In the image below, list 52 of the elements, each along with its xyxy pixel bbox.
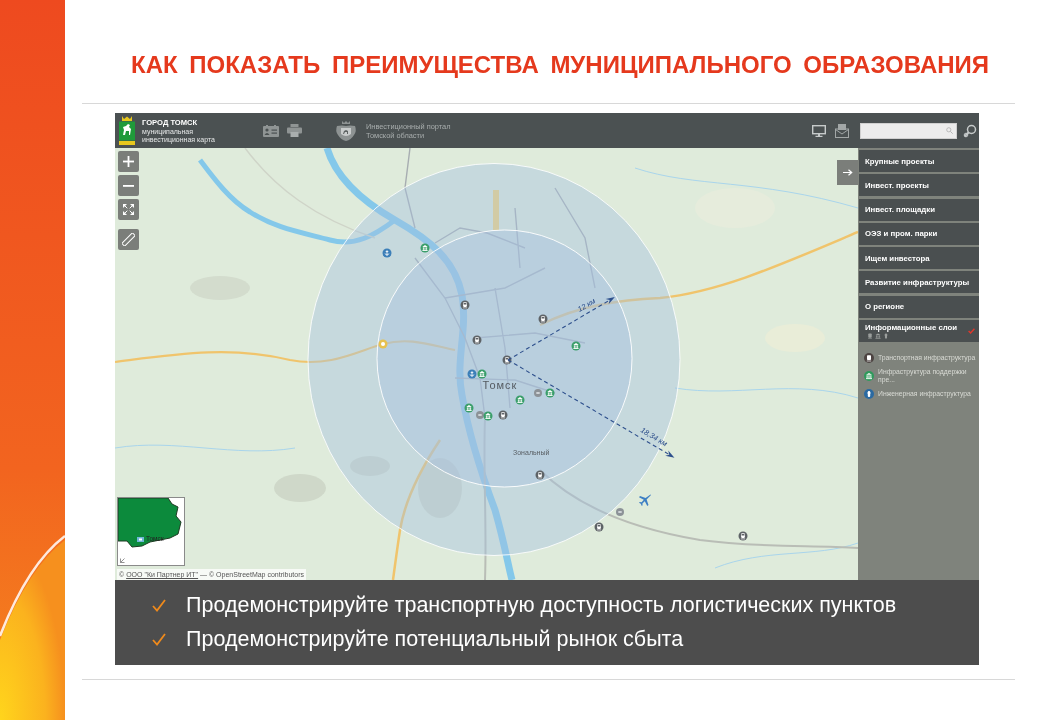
tram-marker-icon[interactable] [460, 300, 470, 310]
tram-icon [867, 333, 873, 340]
building-marker-icon[interactable] [545, 388, 555, 398]
minus-icon [123, 184, 134, 187]
bullet-text: Продемонстрируйте потенциальный рынок сбыта [186, 627, 684, 652]
city-marker-icon [137, 537, 144, 542]
id-card-icon[interactable] [263, 124, 279, 137]
bullet-text: Продемонстрируйте транспортную доступность логистических пунктов [186, 593, 897, 618]
dot-marker-icon[interactable] [616, 508, 624, 516]
cylinder-icon [883, 333, 889, 340]
dot-marker-icon[interactable] [476, 411, 484, 419]
arrow-right-icon [842, 169, 853, 176]
tram-marker-icon[interactable] [498, 410, 508, 420]
tram-marker-icon[interactable] [472, 335, 482, 345]
building-marker-icon[interactable] [477, 369, 487, 379]
zoom-in-button[interactable] [118, 151, 139, 172]
check-icon [968, 328, 975, 335]
ruler-button[interactable] [118, 229, 139, 250]
building-marker-icon[interactable] [515, 395, 525, 405]
anchor-marker-icon[interactable] [467, 369, 477, 379]
monitor-icon[interactable] [812, 124, 826, 137]
dot-marker-icon[interactable] [534, 389, 542, 397]
tram-marker-icon[interactable] [738, 531, 748, 541]
resize-icon[interactable] [120, 558, 125, 563]
emblem-icon [335, 119, 357, 142]
building-marker-icon[interactable] [483, 411, 493, 421]
check-icon [152, 633, 166, 646]
print-icon[interactable] [287, 124, 302, 137]
search-icon[interactable] [963, 123, 977, 138]
fullscreen-button[interactable] [118, 199, 139, 220]
building-marker-icon[interactable] [420, 243, 430, 253]
building-marker-icon[interactable] [571, 341, 581, 351]
city-label: Томск [482, 379, 518, 391]
panel-toggle-button[interactable] [837, 160, 858, 185]
envelope-icon[interactable] [835, 123, 849, 138]
search-field[interactable] [860, 122, 957, 139]
airplane-icon[interactable] [639, 494, 651, 506]
building-marker-icon[interactable] [464, 403, 474, 413]
ruler-icon [122, 233, 135, 246]
zoom-out-button[interactable] [118, 175, 139, 196]
tram-marker-icon[interactable] [594, 522, 604, 532]
fullscreen-icon [123, 204, 134, 215]
tram-marker-icon[interactable] [538, 314, 548, 324]
building-icon [875, 333, 881, 340]
coat-of-arms-icon [118, 115, 136, 146]
tram-marker-icon[interactable] [535, 470, 545, 480]
tram-marker-icon[interactable] [502, 355, 512, 365]
circle-marker-icon[interactable] [378, 339, 388, 349]
plus-icon [123, 156, 134, 167]
anchor-marker-icon[interactable] [382, 248, 392, 258]
check-icon [152, 599, 166, 612]
slide-title: КАК ПОКАЗАТЬ ПРЕИМУЩЕСТВА МУНИЦИПАЛЬНОГО ОБРАЗОВАНИЯ [131, 51, 990, 79]
